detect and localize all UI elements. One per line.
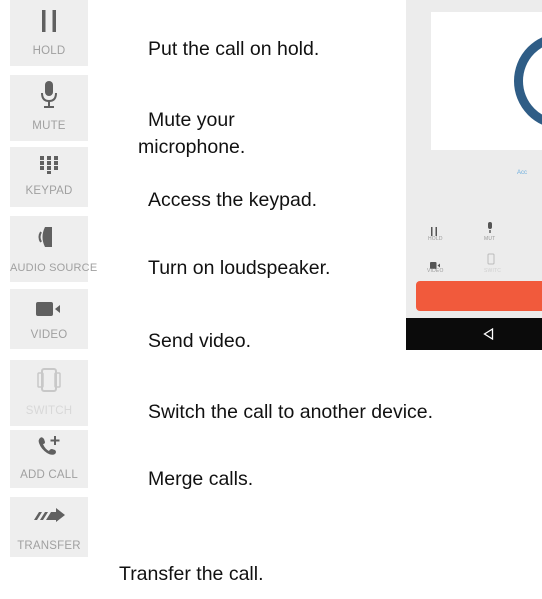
video-button[interactable]: VIDEO [10, 289, 88, 349]
add-call-description: Merge calls. [148, 468, 254, 490]
mini-switch-label: SWITC [484, 268, 502, 274]
hold-button[interactable]: HOLD [10, 0, 88, 66]
speaker-icon [10, 224, 88, 250]
account-text: Acc [517, 170, 528, 176]
microphone-icon [10, 81, 88, 109]
video-description: Send video. [148, 330, 251, 352]
add-call-button[interactable]: ADD CALL [10, 430, 88, 488]
switch-label: SWITCH [25, 405, 73, 417]
audio-source-button[interactable]: AUDIO SOURCE [10, 216, 98, 282]
audio-source-description: Turn on loudspeaker. [148, 257, 331, 279]
mini-mute-label: MUT [484, 236, 496, 242]
mute-description-line2: microphone. [138, 136, 246, 158]
video-label: VIDEO [30, 329, 68, 341]
pause-icon [10, 10, 88, 32]
keypad-description: Access the keypad. [148, 189, 318, 211]
mute-button[interactable]: MUTE [10, 75, 88, 141]
mini-hold-label: HOLD [428, 236, 443, 242]
phone-preview: Acc HOLD MUT VIDEO SWITC [406, 0, 542, 350]
video-camera-icon [10, 302, 88, 316]
mute-description-line1: Mute your [148, 109, 235, 131]
switch-button[interactable]: SWITCH [10, 360, 88, 426]
add-call-label: ADD CALL [20, 469, 78, 481]
android-nav-bar [406, 318, 542, 350]
transfer-icon [10, 507, 88, 523]
mini-video-label: VIDEO [427, 268, 444, 274]
hold-description: Put the call on hold. [148, 38, 320, 60]
switch-device-icon [10, 367, 88, 393]
end-call-button[interactable] [416, 281, 542, 311]
keypad-button[interactable]: KEYPAD [10, 147, 88, 207]
transfer-label: TRANSFER [17, 540, 81, 552]
keypad-icon [10, 156, 88, 174]
keypad-label: KEYPAD [25, 185, 73, 197]
switch-description: Switch the call to another device. [148, 401, 434, 423]
mute-label: MUTE [32, 120, 66, 132]
transfer-description: Transfer the call. [119, 563, 264, 585]
hold-label: HOLD [32, 45, 66, 57]
transfer-button[interactable]: TRANSFER [10, 497, 88, 557]
back-icon[interactable] [483, 327, 494, 345]
audio-source-label: AUDIO SOURCE [10, 262, 98, 274]
add-call-icon [10, 433, 88, 457]
